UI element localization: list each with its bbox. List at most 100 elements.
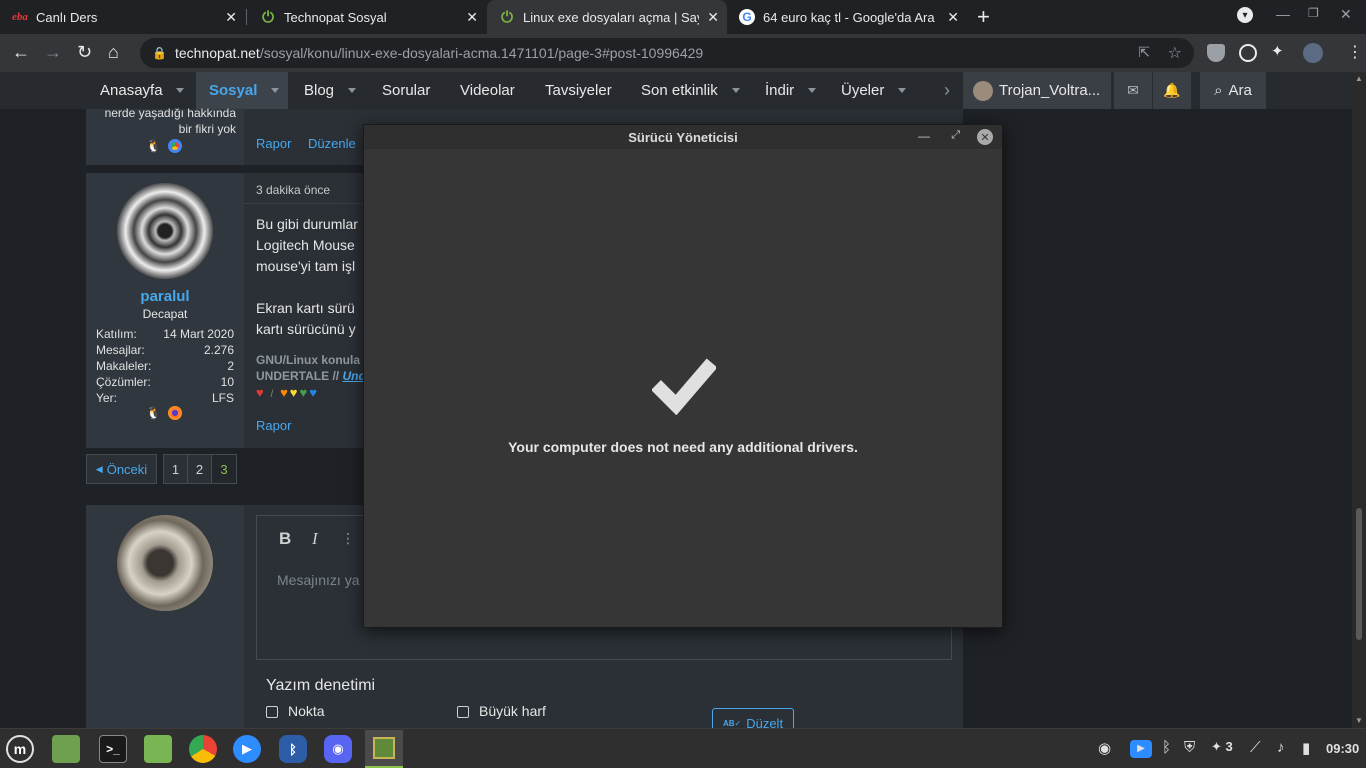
nav-blog[interactable]: Blog bbox=[304, 72, 334, 109]
nav-son-etkinlik[interactable]: Son etkinlik bbox=[641, 72, 718, 109]
close-tab-icon[interactable]: ✕ bbox=[707, 9, 719, 26]
search-button[interactable]: ⌕ Ara bbox=[1200, 72, 1266, 109]
nav-uyeler[interactable]: Üyeler bbox=[841, 72, 884, 109]
extension-badge-icon[interactable] bbox=[1239, 44, 1257, 62]
forward-arrow-icon[interactable]: → bbox=[44, 42, 62, 63]
file-manager-icon[interactable] bbox=[144, 735, 172, 763]
close-window-icon[interactable]: ✕ bbox=[1340, 6, 1352, 23]
show-desktop-icon[interactable] bbox=[52, 735, 80, 763]
window-titlebar[interactable]: Sürücü Yöneticisi bbox=[364, 125, 1002, 149]
chrome-icon[interactable] bbox=[189, 735, 217, 763]
puzzle-extensions-icon[interactable]: ✦ bbox=[1271, 42, 1289, 60]
close-tab-icon[interactable]: ✕ bbox=[466, 9, 478, 26]
minimize-window-icon[interactable]: — bbox=[1276, 6, 1290, 22]
page-scrollbar[interactable]: ▲ ▼ bbox=[1352, 72, 1366, 728]
fix-button[interactable]: AB✓ Düzelt bbox=[712, 708, 794, 728]
spell-option-buyuk-harf[interactable]: Büyük harf bbox=[457, 703, 546, 719]
nav-sorular[interactable]: Sorular bbox=[382, 72, 430, 109]
nav-scroll-right-icon[interactable]: › bbox=[944, 72, 950, 109]
tab-google-search[interactable]: G 64 euro kaç tl - Google'da Ara ✕ bbox=[727, 0, 967, 34]
bookmark-star-icon[interactable]: ☆ bbox=[1168, 43, 1182, 63]
maximize-window-icon[interactable]: ❐ bbox=[1308, 6, 1319, 20]
network-tray-icon[interactable]: ⟋ bbox=[1250, 739, 1261, 756]
scroll-up-icon[interactable]: ▲ bbox=[1355, 74, 1363, 83]
close-tab-icon[interactable]: ✕ bbox=[947, 9, 959, 26]
driver-manager-taskbar-icon[interactable] bbox=[365, 730, 403, 768]
spell-option-nokta[interactable]: Nokta bbox=[266, 703, 325, 719]
username-link[interactable]: paralul bbox=[86, 288, 244, 305]
signature-line: GNU/Linux konula bbox=[256, 353, 361, 367]
nav-anasayfa[interactable]: Anasayfa bbox=[100, 72, 163, 109]
inbox-envelope-icon[interactable]: ✉ bbox=[1114, 72, 1152, 109]
profile-avatar[interactable] bbox=[1303, 43, 1323, 63]
dialog-message: Your computer does not need any addition… bbox=[508, 439, 858, 455]
post-time: 3 dakika önce bbox=[256, 183, 331, 197]
bluetooth-tray-icon[interactable]: ᛒ bbox=[1162, 739, 1171, 756]
maximize-window-icon[interactable]: ⤢ bbox=[951, 129, 960, 142]
chevron-down-icon[interactable] bbox=[176, 88, 184, 93]
checkbox[interactable] bbox=[266, 706, 278, 719]
firefox-icon bbox=[168, 406, 182, 420]
chevron-down-icon[interactable] bbox=[808, 88, 816, 93]
bluetooth-icon[interactable]: ᛒ bbox=[279, 735, 307, 763]
message-placeholder: Mesajınızı ya bbox=[277, 572, 360, 588]
open-in-app-icon[interactable]: ⇱ bbox=[1138, 44, 1150, 61]
checkbox[interactable] bbox=[457, 706, 469, 719]
more-options-icon[interactable]: ⋮ bbox=[341, 530, 355, 547]
reload-icon[interactable]: ↻ bbox=[77, 42, 92, 63]
user-menu[interactable]: Trojan_Voltra... bbox=[963, 72, 1111, 109]
page-2-button[interactable]: 2 bbox=[187, 454, 212, 484]
chevron-down-icon[interactable] bbox=[271, 88, 279, 93]
nav-videolar[interactable]: Videolar bbox=[460, 72, 515, 109]
current-user-avatar bbox=[117, 515, 213, 611]
discord-tray-icon[interactable]: ◉ bbox=[1098, 739, 1111, 757]
zoom-icon[interactable]: ▶ bbox=[233, 735, 261, 763]
search-icon: ⌕ bbox=[1214, 82, 1223, 99]
linux-penguin-icon: 🐧 bbox=[146, 139, 161, 153]
clock[interactable]: 09:30 bbox=[1326, 741, 1359, 756]
shield-tray-icon[interactable]: ⛨ bbox=[1184, 739, 1195, 756]
report-link[interactable]: Rapor bbox=[256, 418, 291, 433]
chevron-down-icon[interactable] bbox=[348, 88, 356, 93]
menu-kebab-icon[interactable]: ⋮ bbox=[1347, 42, 1363, 62]
stat-row: Makaleler: 2 bbox=[96, 359, 234, 373]
tab-technopat-sosyal[interactable]: ⏻ Technopat Sosyal ✕ bbox=[248, 0, 486, 34]
discord-icon[interactable]: ◉ bbox=[324, 735, 352, 763]
mint-menu-icon[interactable]: m bbox=[6, 735, 34, 763]
chevron-down-icon[interactable] bbox=[898, 88, 906, 93]
scrollbar-thumb[interactable] bbox=[1356, 508, 1362, 640]
eba-icon: eba bbox=[12, 11, 28, 23]
tab-canli-ders[interactable]: eba Canlı Ders ✕ bbox=[0, 0, 245, 34]
battery-tray-icon[interactable]: ▮ bbox=[1302, 739, 1310, 757]
page-1-button[interactable]: 1 bbox=[163, 454, 188, 484]
sound-tray-icon[interactable]: ♪ bbox=[1277, 739, 1285, 756]
new-tab-button[interactable]: + bbox=[977, 4, 990, 30]
prev-page-button[interactable]: ◀ Önceki bbox=[86, 454, 157, 484]
address-bar[interactable]: 🔒 technopat.net/sosyal/konu/linux-exe-do… bbox=[140, 38, 1194, 68]
power-icon: ⏻ bbox=[262, 8, 274, 26]
home-icon[interactable]: ⌂ bbox=[108, 42, 119, 63]
zoom-tray-icon[interactable]: ▶ bbox=[1130, 740, 1152, 758]
shield-extension-icon[interactable] bbox=[1207, 44, 1225, 62]
minimize-window-icon[interactable]: — bbox=[918, 129, 930, 143]
report-link[interactable]: Rapor bbox=[256, 136, 291, 151]
bold-icon[interactable]: B bbox=[279, 529, 291, 549]
back-arrow-icon[interactable]: ← bbox=[12, 42, 30, 63]
tab-linux-exe[interactable]: ⏻ Linux exe dosyaları açma | Say ✕ bbox=[487, 0, 727, 34]
notification-bell-icon[interactable]: 🔔 bbox=[1153, 72, 1191, 109]
tab-search-icon[interactable]: ▾ bbox=[1237, 7, 1253, 23]
close-window-icon[interactable]: ✕ bbox=[977, 129, 993, 145]
close-tab-icon[interactable]: ✕ bbox=[225, 9, 237, 26]
update-tray-icon[interactable]: ✦ 3 bbox=[1211, 739, 1233, 755]
spellcheck-icon: AB✓ bbox=[722, 718, 742, 728]
chevron-down-icon[interactable] bbox=[732, 88, 740, 93]
driver-manager-window: Sürücü Yöneticisi — ⤢ ✕ Your computer do… bbox=[363, 124, 1003, 628]
nav-tavsiyeler[interactable]: Tavsiyeler bbox=[545, 72, 612, 109]
scroll-down-icon[interactable]: ▼ bbox=[1355, 716, 1363, 725]
page-3-button[interactable]: 3 bbox=[211, 454, 237, 484]
italic-icon[interactable]: I bbox=[312, 529, 318, 549]
terminal-icon[interactable]: >_ bbox=[99, 735, 127, 763]
nav-indir[interactable]: İndir bbox=[765, 72, 794, 109]
user-avatar[interactable] bbox=[117, 183, 213, 279]
edit-link[interactable]: Düzenle bbox=[308, 136, 356, 151]
